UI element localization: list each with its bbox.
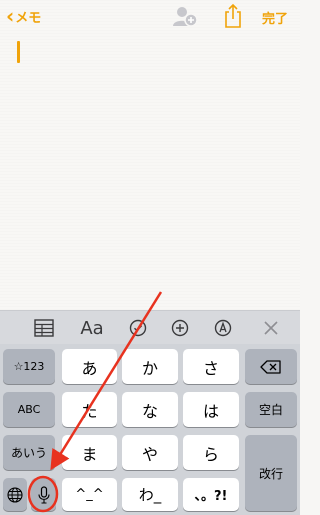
mic-icon xyxy=(37,485,50,504)
back-button[interactable]: ‹ メモ xyxy=(6,6,41,26)
key-ya[interactable]: や xyxy=(122,435,178,470)
dictation-key[interactable] xyxy=(31,478,56,511)
compose-icon xyxy=(214,319,232,337)
add-attachment-button[interactable] xyxy=(167,315,193,341)
emoticon-key[interactable]: ^_^ xyxy=(62,478,117,511)
globe-icon xyxy=(7,486,23,503)
key-ma[interactable]: ま xyxy=(62,435,117,470)
kana-mode-key[interactable]: あいう xyxy=(3,435,55,470)
return-key[interactable]: 改行 xyxy=(245,435,297,511)
key-wa[interactable]: わ_ xyxy=(122,478,178,511)
format-button[interactable]: Aa xyxy=(77,315,107,341)
delete-key[interactable] xyxy=(245,349,297,384)
key-ra[interactable]: ら xyxy=(183,435,239,470)
abc-mode-key[interactable]: ABC xyxy=(3,392,55,427)
key-ha[interactable]: は xyxy=(183,392,239,427)
checklist-button[interactable] xyxy=(125,315,151,341)
note-editor[interactable]: ‹ メモ 完了 xyxy=(0,0,300,310)
key-sa[interactable]: さ xyxy=(183,349,239,384)
kana-keyboard: ☆123 あ か さ ABC た な は 空白 あいう ま や ら 改行 ^_^… xyxy=(0,344,300,515)
space-key[interactable]: 空白 xyxy=(245,392,297,427)
back-label: メモ xyxy=(15,10,42,26)
close-toolbar-button[interactable] xyxy=(259,315,283,341)
done-button[interactable]: 完了 xyxy=(262,8,288,27)
text-cursor xyxy=(17,41,20,63)
numbers-mode-key[interactable]: ☆123 xyxy=(3,349,55,384)
chevron-left-icon: ‹ xyxy=(6,4,15,28)
format-toolbar: Aa xyxy=(0,310,300,345)
key-ta[interactable]: た xyxy=(62,392,117,427)
checklist-icon xyxy=(129,319,147,337)
share-icon[interactable] xyxy=(222,3,244,29)
markup-button[interactable] xyxy=(210,315,236,341)
table-button[interactable] xyxy=(31,315,57,341)
plus-icon xyxy=(171,319,189,337)
table-icon xyxy=(34,319,54,337)
add-person-icon[interactable] xyxy=(170,5,198,27)
key-na[interactable]: な xyxy=(122,392,178,427)
delete-icon xyxy=(260,359,281,374)
key-ka[interactable]: か xyxy=(122,349,178,384)
key-a[interactable]: あ xyxy=(62,349,117,384)
punctuation-key[interactable]: 、。?! xyxy=(183,478,239,511)
close-icon xyxy=(264,321,278,335)
globe-key[interactable] xyxy=(3,478,27,511)
